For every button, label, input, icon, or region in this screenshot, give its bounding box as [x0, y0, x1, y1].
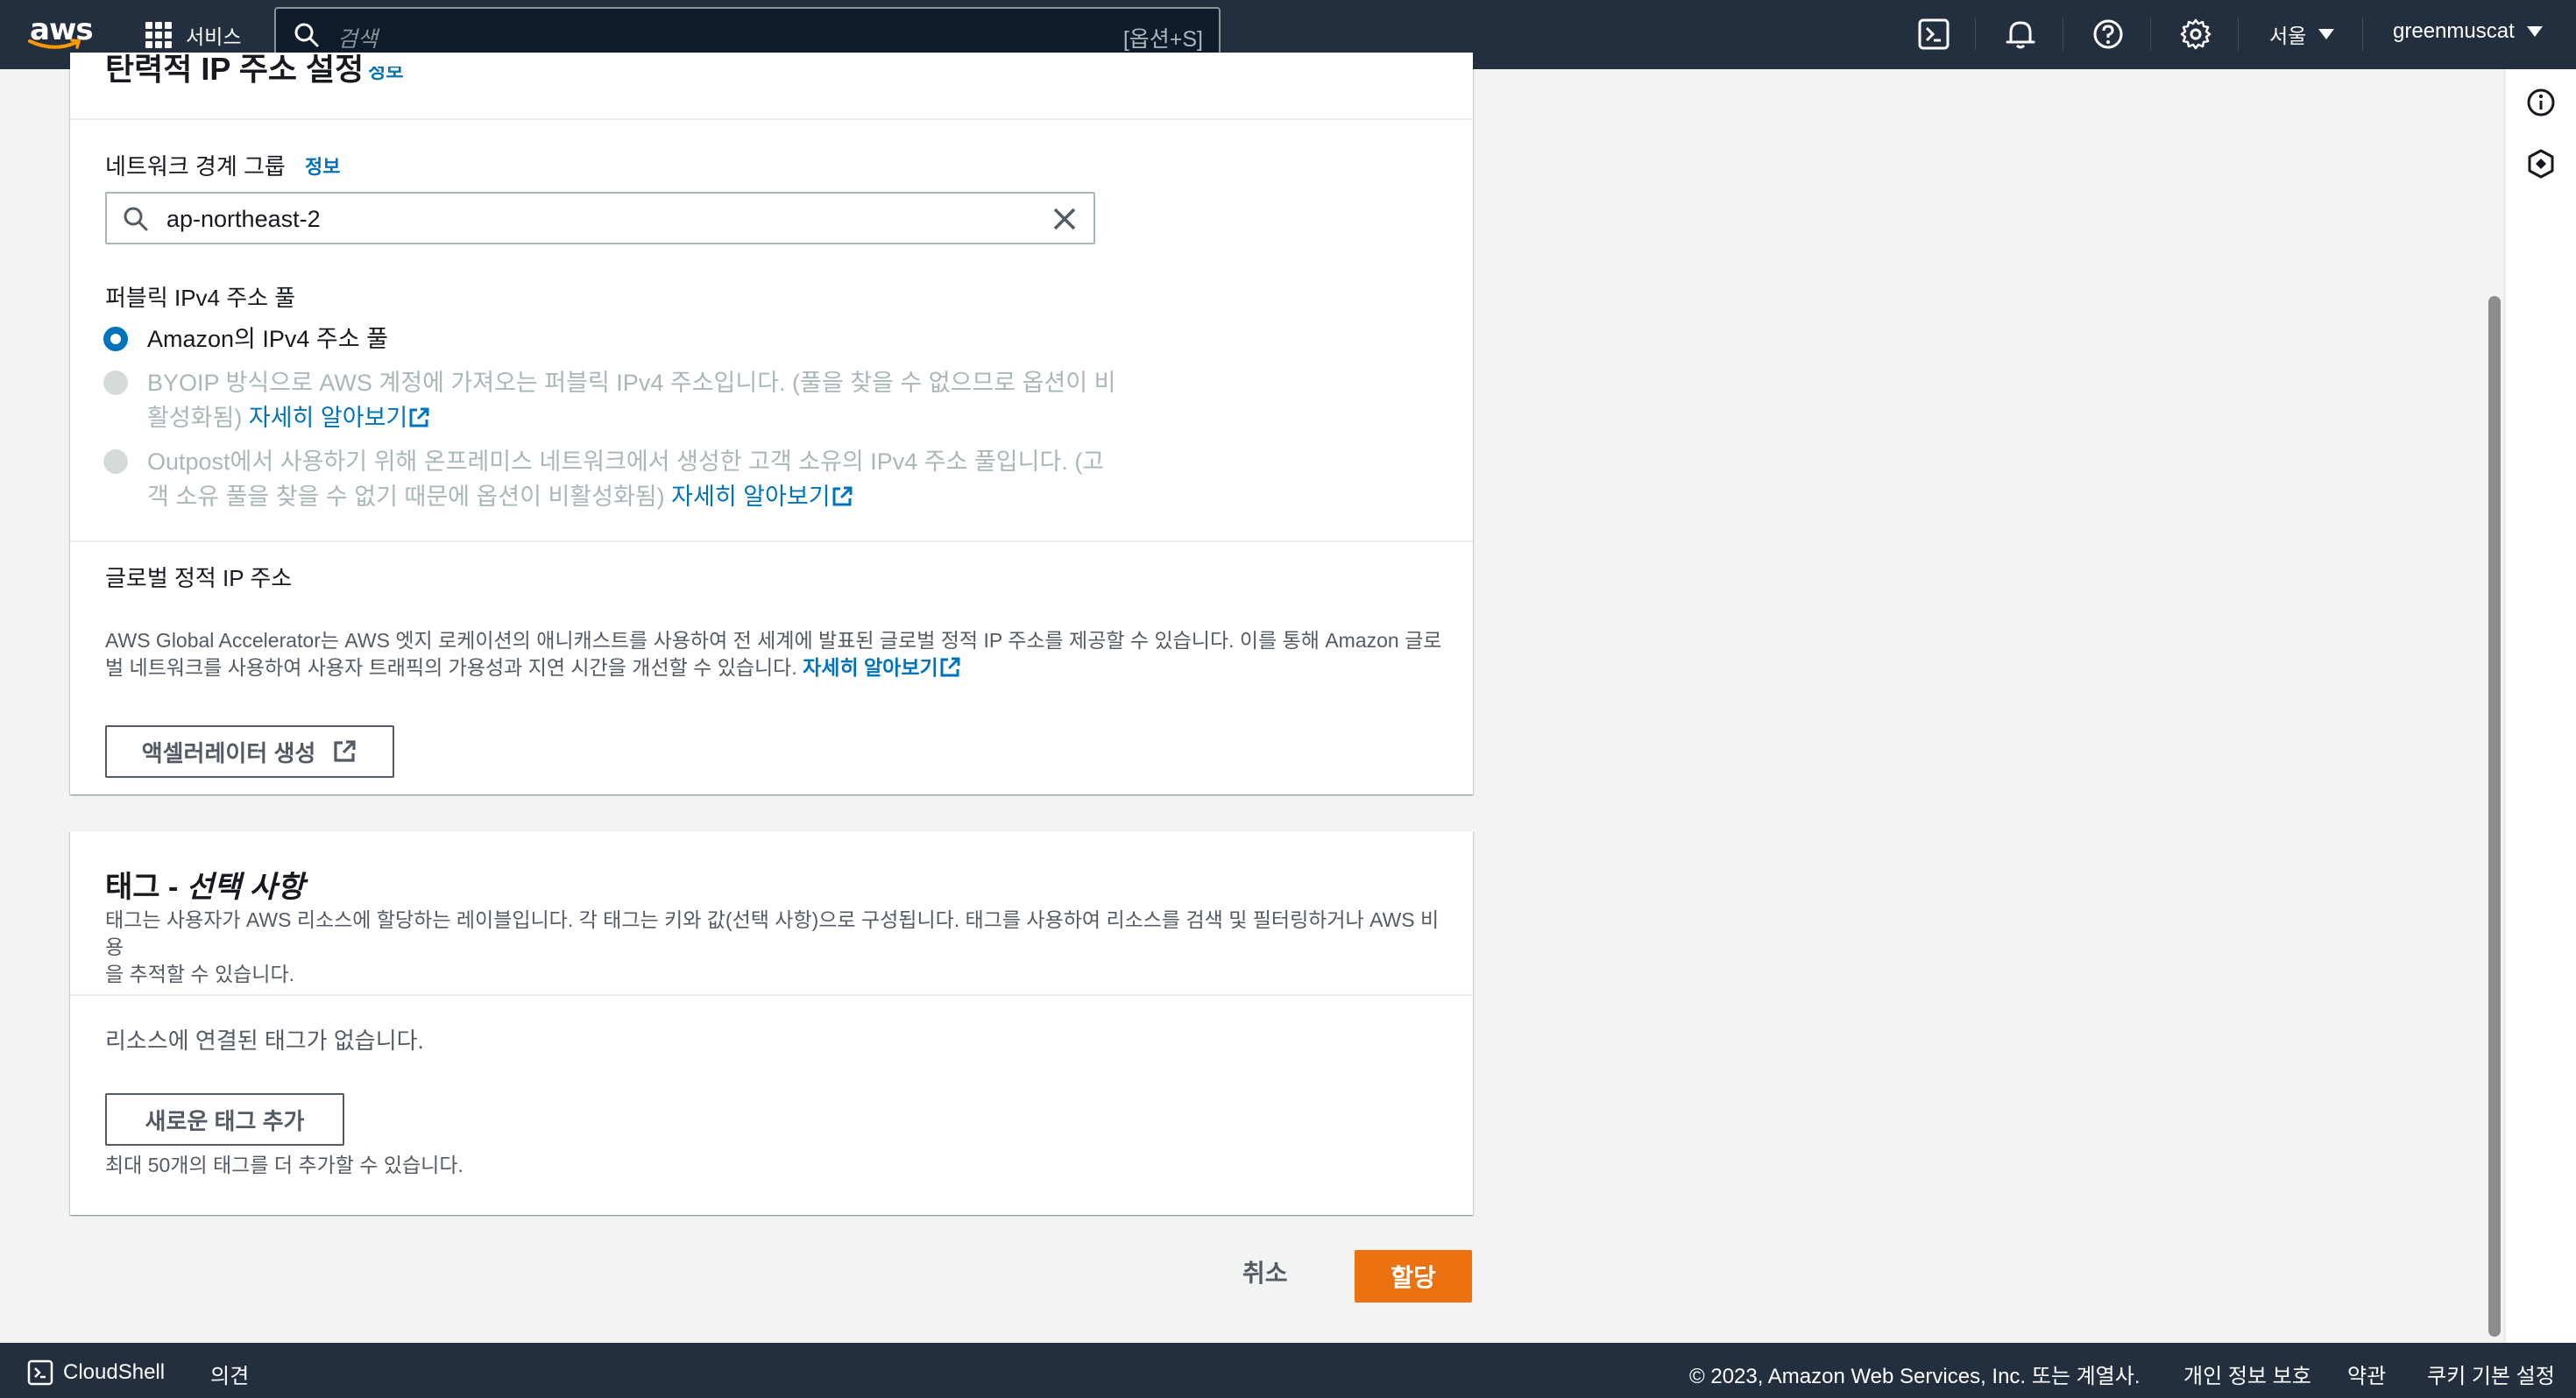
aws-smile-icon	[28, 39, 81, 49]
search-shortcut-hint: [옵션+S]	[1122, 27, 1203, 52]
radio-byoip-pool-label-cont: 활성화됨) 자세히 알아보기	[147, 400, 430, 435]
services-menu-button[interactable]: 서비스	[145, 19, 241, 51]
global-static-ip-label: 글로벌 정적 IP 주소	[105, 565, 293, 591]
radio-byoip-pool	[103, 371, 128, 395]
services-label: 서비스	[186, 25, 242, 48]
tags-panel: 태그 - 선택 사항 태그는 사용자가 AWS 리소스에 할당하는 레이블입니다…	[70, 831, 1473, 1215]
create-accelerator-button[interactable]: 액셀러레이터 생성	[105, 725, 394, 778]
tag-limit-hint: 최대 50개의 태그를 더 추가할 수 있습니다.	[105, 1154, 464, 1176]
privacy-link[interactable]: 개인 정보 보호	[2183, 1359, 2311, 1389]
terms-link[interactable]: 약관	[2347, 1359, 2386, 1389]
feedback-link[interactable]: 의견	[210, 1359, 249, 1389]
radio-outpost-pool	[103, 449, 128, 474]
section-divider	[70, 118, 1473, 120]
region-selector[interactable]: 서울	[2269, 19, 2335, 49]
search-placeholder: 검색	[337, 27, 379, 52]
global-accelerator-description: AWS Global Accelerator는 AWS 엣지 로케이션의 애니캐…	[105, 629, 1442, 679]
caret-down-icon	[2318, 29, 2335, 39]
network-border-group-input[interactable]: ap-northeast-2	[105, 192, 1095, 244]
search-icon	[294, 23, 319, 47]
caret-down-icon	[2526, 26, 2543, 37]
external-link-icon	[334, 740, 356, 762]
external-link-icon	[832, 486, 853, 506]
account-menu[interactable]: greenmuscat	[2393, 19, 2543, 44]
radio-outpost-pool-label-cont: 객 소유 풀을 찾을 수 없기 때문에 옵션이 비활성화됨) 자세히 알아보기	[147, 479, 853, 514]
cancel-button[interactable]: 취소	[1242, 1254, 1288, 1289]
help-icon[interactable]	[2090, 16, 2127, 53]
info-icon[interactable]	[2523, 85, 2558, 120]
radio-byoip-pool-label: BYOIP 방식으로 AWS 계정에 가져오는 퍼블릭 IPv4 주소입니다. …	[147, 370, 1116, 396]
section-divider	[70, 540, 1473, 542]
nav-divider	[2362, 18, 2363, 51]
global-accelerator-learn-more-link[interactable]: 자세히 알아보기	[803, 656, 961, 679]
network-border-group-info-link[interactable]: 정보	[305, 152, 340, 180]
tags-description: 태그는 사용자가 AWS 리소스에 할당하는 레이블입니다. 각 태그는 키와 …	[105, 908, 1440, 985]
allocate-button[interactable]: 할당	[1355, 1250, 1472, 1303]
section-divider	[70, 994, 1473, 996]
clear-icon[interactable]	[1051, 206, 1078, 232]
no-tags-message: 리소스에 연결된 태그가 없습니다.	[105, 1027, 424, 1054]
cloudshell-button[interactable]: CloudShell	[26, 1359, 165, 1387]
cloudshell-icon	[27, 1359, 53, 1386]
account-name: greenmuscat	[2393, 19, 2515, 43]
page-scrollbar[interactable]	[2488, 296, 2501, 1337]
nav-divider	[2150, 18, 2151, 51]
heading-info-link[interactable]: 정보	[368, 67, 403, 84]
cloudshell-icon[interactable]	[1915, 16, 1952, 53]
elastic-ip-settings-panel: 탄력적 IP 주소 설정 정보 네트워크 경계 그룹 정보 ap-northea…	[70, 53, 1473, 794]
radio-amazon-pool[interactable]	[103, 327, 128, 351]
nav-divider	[1975, 18, 1976, 51]
region-label: 서울	[2269, 25, 2307, 47]
external-link-icon	[409, 407, 429, 427]
radio-outpost-pool-label: Outpost에서 사용하기 위해 온프레미스 네트워크에서 생성한 고객 소유…	[147, 448, 1105, 475]
outpost-learn-more-link[interactable]: 자세히 알아보기	[671, 484, 853, 510]
settings-icon[interactable]	[2177, 16, 2214, 53]
copyright-text: © 2023, Amazon Web Services, Inc. 또는 계열사…	[1689, 1365, 2141, 1388]
add-tag-button[interactable]: 새로운 태그 추가	[105, 1093, 344, 1146]
aws-logo[interactable]: aws	[28, 12, 94, 56]
search-input[interactable]: 검색 [옵션+S]	[274, 7, 1221, 60]
services-grid-icon	[145, 22, 172, 48]
nav-divider	[2238, 18, 2239, 51]
ipv4-pool-label: 퍼블릭 IPv4 주소 풀	[105, 285, 296, 311]
console-footer: CloudShell 의견 © 2023, Amazon Web Service…	[0, 1343, 2576, 1398]
bell-icon[interactable]	[2002, 16, 2039, 53]
radio-amazon-pool-label: Amazon의 IPv4 주소 풀	[147, 326, 388, 352]
network-border-group-label: 네트워크 경계 그룹	[105, 153, 286, 180]
search-icon	[124, 207, 148, 231]
side-tools-rail	[2504, 69, 2576, 1343]
external-link-icon	[940, 657, 960, 677]
tags-title: 태그 - 선택 사항	[105, 871, 305, 904]
network-border-group-value: ap-northeast-2	[166, 206, 321, 232]
hexagon-help-icon[interactable]	[2523, 146, 2558, 181]
cookie-preferences-link[interactable]: 쿠키 기본 설정	[2427, 1359, 2555, 1389]
byoip-learn-more-link[interactable]: 자세히 알아보기	[249, 405, 430, 431]
